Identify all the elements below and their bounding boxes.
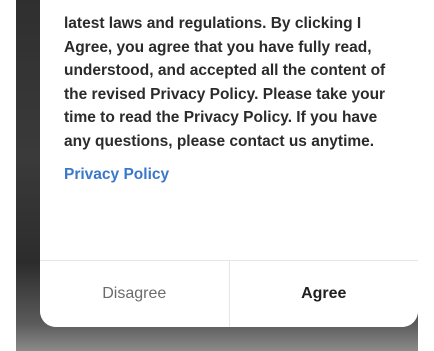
dialog-button-row: Disagree Agree [40, 261, 418, 327]
disagree-button[interactable]: Disagree [40, 261, 230, 327]
dialog-message: latest laws and regulations. By clicking… [64, 15, 386, 150]
dialog-body: latest laws and regulations. By clicking… [64, 12, 396, 184]
agree-button[interactable]: Agree [229, 261, 418, 327]
privacy-policy-dialog: latest laws and regulations. By clicking… [40, 0, 418, 327]
privacy-policy-link[interactable]: Privacy Policy [64, 166, 169, 184]
